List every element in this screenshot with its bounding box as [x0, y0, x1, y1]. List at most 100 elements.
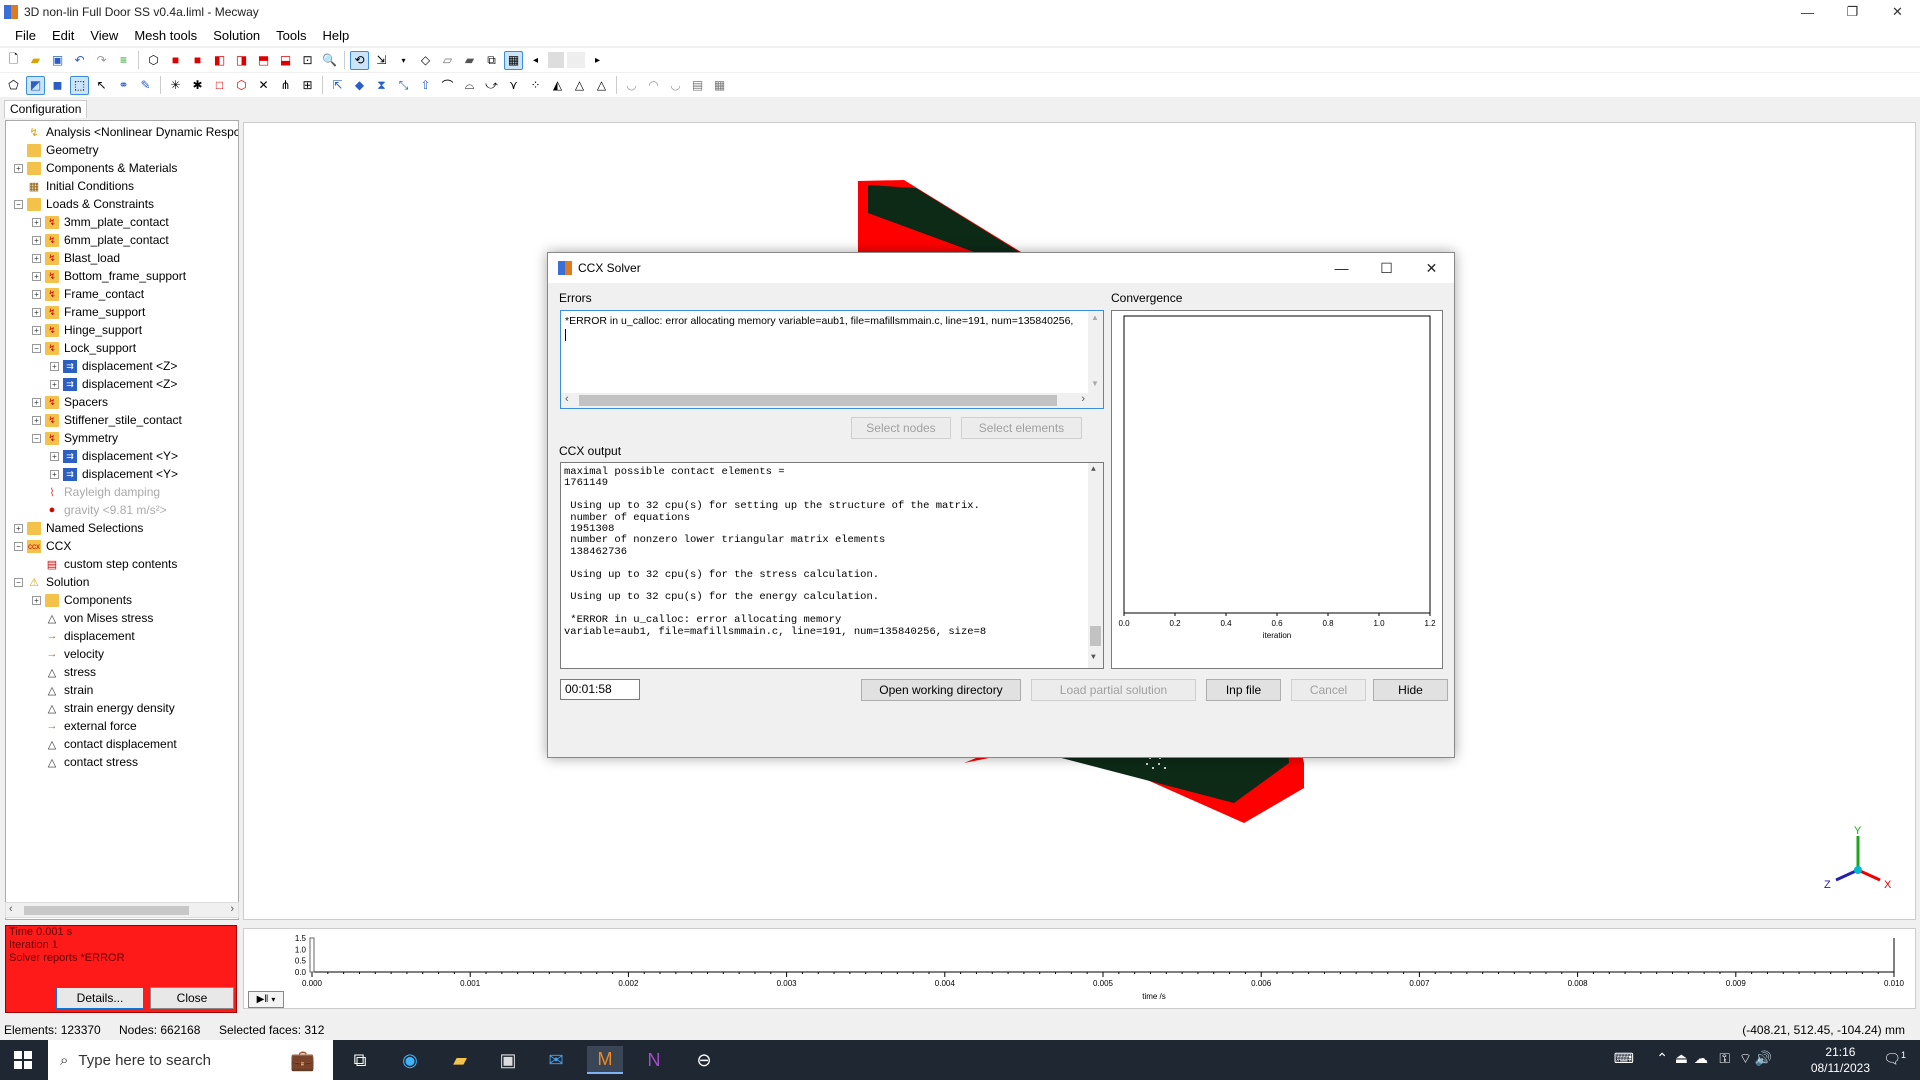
dialog-maximize-button[interactable]: ☐ — [1364, 253, 1409, 283]
expand-icon[interactable]: + — [32, 415, 41, 425]
tree-item[interactable]: + Named Selections — [14, 519, 143, 537]
collapse-icon[interactable]: − — [32, 343, 41, 353]
scale-icon[interactable]: ⤡ — [394, 76, 413, 95]
minimize-button[interactable]: — — [1785, 0, 1830, 24]
scroll-right-arrow-icon[interactable]: › — [230, 903, 234, 915]
undo-icon[interactable]: ↶ — [70, 51, 89, 70]
tree-horizontal-scrollbar[interactable]: ‹ › — [5, 902, 239, 918]
view-right-icon[interactable]: ◨ — [232, 51, 251, 70]
section-icon[interactable]: ◇ — [416, 51, 435, 70]
zoom-window-icon[interactable]: 🔍 — [320, 51, 339, 70]
tree-item[interactable]: → external force — [32, 717, 137, 735]
tree-item[interactable]: △ von Mises stress — [32, 609, 154, 627]
expand-icon[interactable]: + — [50, 469, 59, 479]
errors-scroll-thumb[interactable] — [579, 395, 1057, 406]
shell-icon[interactable]: ◡ — [622, 76, 641, 95]
collapse-icon[interactable]: − — [14, 577, 23, 587]
hide-button[interactable]: Hide — [1373, 679, 1448, 701]
dialog-title-bar[interactable]: CCX Solver — ☐ ✕ — [548, 253, 1454, 283]
swatch-2[interactable] — [567, 52, 585, 68]
expand-icon[interactable]: + — [32, 271, 41, 281]
expand-icon[interactable]: + — [50, 451, 59, 461]
tree-item[interactable]: + ↯ Frame_support — [32, 303, 145, 321]
expand-icon[interactable]: + — [32, 235, 41, 245]
expand-icon[interactable]: + — [14, 163, 23, 173]
select-region-icon[interactable]: ⬚ — [70, 75, 89, 95]
expand-icon[interactable]: + — [32, 217, 41, 227]
revolve-icon[interactable]: ⌒ — [438, 76, 457, 95]
expand-icon[interactable]: + — [14, 523, 23, 533]
scroll-left-arrow-icon[interactable]: ‹ — [9, 903, 13, 915]
volume-icon[interactable]: 🔊 — [1755, 1050, 1772, 1067]
expand-icon[interactable]: + — [32, 307, 41, 317]
open-file-icon[interactable]: ▰ — [26, 51, 45, 70]
mail-icon[interactable]: ✉ — [538, 1046, 574, 1074]
teamviewer-icon[interactable]: ⊖ — [686, 1046, 722, 1074]
maximize-button[interactable]: ❐ — [1830, 0, 1875, 24]
tree-item[interactable]: + ⇉ displacement <Z> — [50, 375, 177, 393]
load-partial-solution-button[interactable]: Load partial solution — [1031, 679, 1196, 701]
select-paint-icon[interactable]: ✎ — [136, 76, 155, 95]
errors-textbox[interactable]: *ERROR in u_calloc: error allocating mem… — [560, 310, 1104, 409]
view-top-icon[interactable]: ⬒ — [254, 51, 273, 70]
expand-icon[interactable]: + — [32, 253, 41, 263]
select-elements-icon[interactable]: ◼ — [48, 76, 67, 95]
expand-icon[interactable]: + — [32, 289, 41, 299]
zoom-fit-icon[interactable]: ⊡ — [298, 51, 317, 70]
node-icon[interactable]: ✱ — [188, 76, 207, 95]
dialog-close-button[interactable]: ✕ — [1409, 253, 1454, 283]
tree-item[interactable]: + ⇉ displacement <Y> — [50, 465, 178, 483]
mesh-display-icon[interactable]: ▦ — [504, 50, 523, 70]
view-front-icon[interactable]: ■ — [166, 51, 185, 70]
tree-item[interactable]: + ↯ 6mm_plate_contact — [32, 231, 169, 249]
file-explorer-icon[interactable]: ▰ — [442, 1046, 478, 1074]
tree-item[interactable]: + ↯ Frame_contact — [32, 285, 144, 303]
tree-item[interactable]: − ccx CCX — [14, 537, 71, 555]
wifi-icon[interactable]: ⌔ — [1739, 1050, 1752, 1068]
tree-item[interactable]: Geometry — [14, 141, 99, 159]
select-lasso-icon[interactable]: ↖ — [92, 76, 111, 95]
cube-icon[interactable]: ⬡ — [232, 76, 251, 95]
extrude-icon[interactable]: ⇧ — [416, 76, 435, 95]
edge-icon[interactable]: ◉ — [392, 1046, 428, 1074]
time-history-panel[interactable]: 1.5 1.0 0.5 0.0 0.000 0.001 0.002 0.003 0.004 0.0… — [243, 928, 1916, 1009]
collapse-icon[interactable]: − — [32, 433, 41, 443]
tri-outline-icon[interactable]: △ — [592, 76, 611, 95]
play-dropdown-icon[interactable]: ▾ — [271, 995, 275, 1004]
tree-item[interactable]: ⌇ Rayleigh damping — [32, 483, 160, 501]
swatch-1[interactable] — [548, 52, 564, 68]
delete-icon[interactable]: ✕ — [254, 76, 273, 95]
windows-start-icon[interactable] — [14, 1051, 32, 1069]
tree-item[interactable]: + Components — [32, 591, 132, 609]
tree-item[interactable]: + ⇉ displacement <Y> — [50, 447, 178, 465]
tree-item[interactable]: + ↯ Hinge_support — [32, 321, 142, 339]
dropdown-chevron-icon[interactable]: ▾ — [394, 51, 413, 70]
errors-scroll-down-icon[interactable]: ▼ — [1091, 379, 1099, 388]
tree-item[interactable]: + ↯ Spacers — [32, 393, 108, 411]
taskbar-clock[interactable]: 21:16 08/11/2023 — [1811, 1044, 1870, 1076]
menu-tools[interactable]: Tools — [268, 28, 314, 43]
expand-icon[interactable]: + — [32, 325, 41, 335]
tree-item[interactable]: ↯ Analysis <Nonlinear Dynamic Respc — [14, 123, 238, 141]
collapse-icon[interactable]: − — [14, 199, 23, 209]
tree-item[interactable]: − ⚠ Solution — [14, 573, 89, 591]
grid-icon[interactable]: ▦ — [710, 76, 729, 95]
store-icon[interactable]: ▣ — [490, 1046, 526, 1074]
play-pause-button[interactable]: ▶‖ ▾ — [248, 991, 284, 1008]
tree-item[interactable]: + Components & Materials — [14, 159, 177, 177]
errors-horizontal-scrollbar[interactable]: ‹ › — [561, 393, 1089, 408]
keyboard-icon[interactable]: ⌨ — [1614, 1050, 1634, 1067]
errors-scroll-right-icon[interactable]: › — [1081, 393, 1085, 405]
output-scroll-down-icon[interactable]: ▼ — [1091, 653, 1096, 662]
collapse-icon[interactable]: − — [14, 541, 23, 551]
tree-item[interactable]: + ↯ Bottom_frame_support — [32, 267, 186, 285]
bend-icon[interactable]: ⤻ — [482, 76, 501, 95]
show-hidden-icons-icon[interactable]: ⌃ — [1656, 1050, 1668, 1067]
tree-item[interactable]: → displacement — [32, 627, 135, 645]
tree-item[interactable]: △ contact stress — [32, 753, 138, 771]
menu-help[interactable]: Help — [315, 28, 358, 43]
tree-item[interactable]: − Loads & Constraints — [14, 195, 154, 213]
tree-item[interactable]: △ strain energy density — [32, 699, 175, 717]
tree-item[interactable]: ● gravity <9.81 m/s²> — [32, 501, 167, 519]
onedrive-icon[interactable]: ☁ — [1694, 1050, 1708, 1067]
